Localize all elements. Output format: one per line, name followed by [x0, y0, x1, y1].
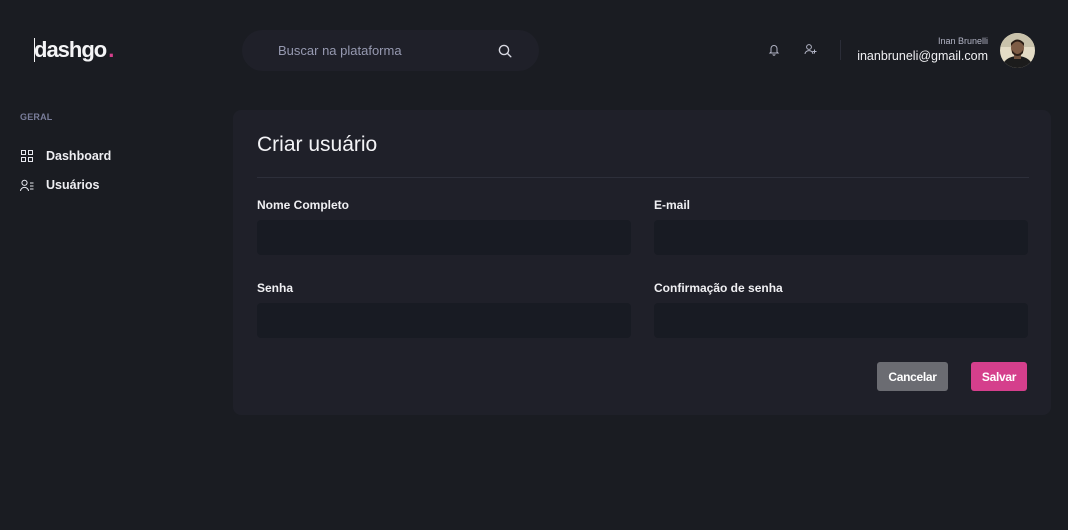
full-name-field[interactable] — [257, 220, 631, 255]
text-cursor — [34, 38, 35, 62]
save-button[interactable]: Salvar — [971, 362, 1027, 391]
bell-icon[interactable] — [766, 41, 782, 57]
avatar[interactable] — [1000, 33, 1035, 68]
users-list-icon — [20, 178, 34, 192]
user-add-icon[interactable] — [802, 41, 818, 57]
sidebar-item-label: Usuários — [46, 178, 100, 192]
title-divider — [257, 177, 1029, 178]
search-bar[interactable] — [242, 30, 539, 71]
sidebar-item-usuarios[interactable]: Usuários — [20, 178, 100, 192]
logo[interactable]: dashgo. — [34, 36, 114, 64]
page-title: Criar usuário — [257, 133, 378, 156]
password-confirmation-field[interactable] — [654, 303, 1028, 338]
logo-text: dashgo — [34, 37, 107, 62]
email-field[interactable] — [654, 220, 1028, 255]
nav-section-title: GERAL — [20, 112, 53, 122]
sidebar-item-dashboard[interactable]: Dashboard — [20, 149, 111, 163]
profile-email: inanbruneli@gmail.com — [857, 49, 988, 63]
search-input[interactable] — [278, 43, 497, 58]
search-icon[interactable] — [497, 43, 513, 59]
create-user-card: Criar usuário Nome Completo E-mail Senha… — [233, 110, 1051, 415]
password-label: Senha — [257, 281, 294, 295]
password-field[interactable] — [257, 303, 631, 338]
sidebar-item-label: Dashboard — [46, 149, 112, 163]
profile-name: Inan Brunelli — [937, 36, 988, 46]
cancel-button[interactable]: Cancelar — [877, 362, 948, 391]
dashboard-grid-icon — [20, 149, 34, 163]
password-confirmation-label: Confirmação de senha — [654, 281, 783, 295]
header-divider — [840, 40, 841, 60]
profile-info: Inan Brunelli inanbruneli@gmail.com — [857, 35, 988, 65]
email-label: E-mail — [654, 198, 691, 212]
logo-dot: . — [108, 37, 114, 62]
full-name-label: Nome Completo — [257, 198, 350, 212]
